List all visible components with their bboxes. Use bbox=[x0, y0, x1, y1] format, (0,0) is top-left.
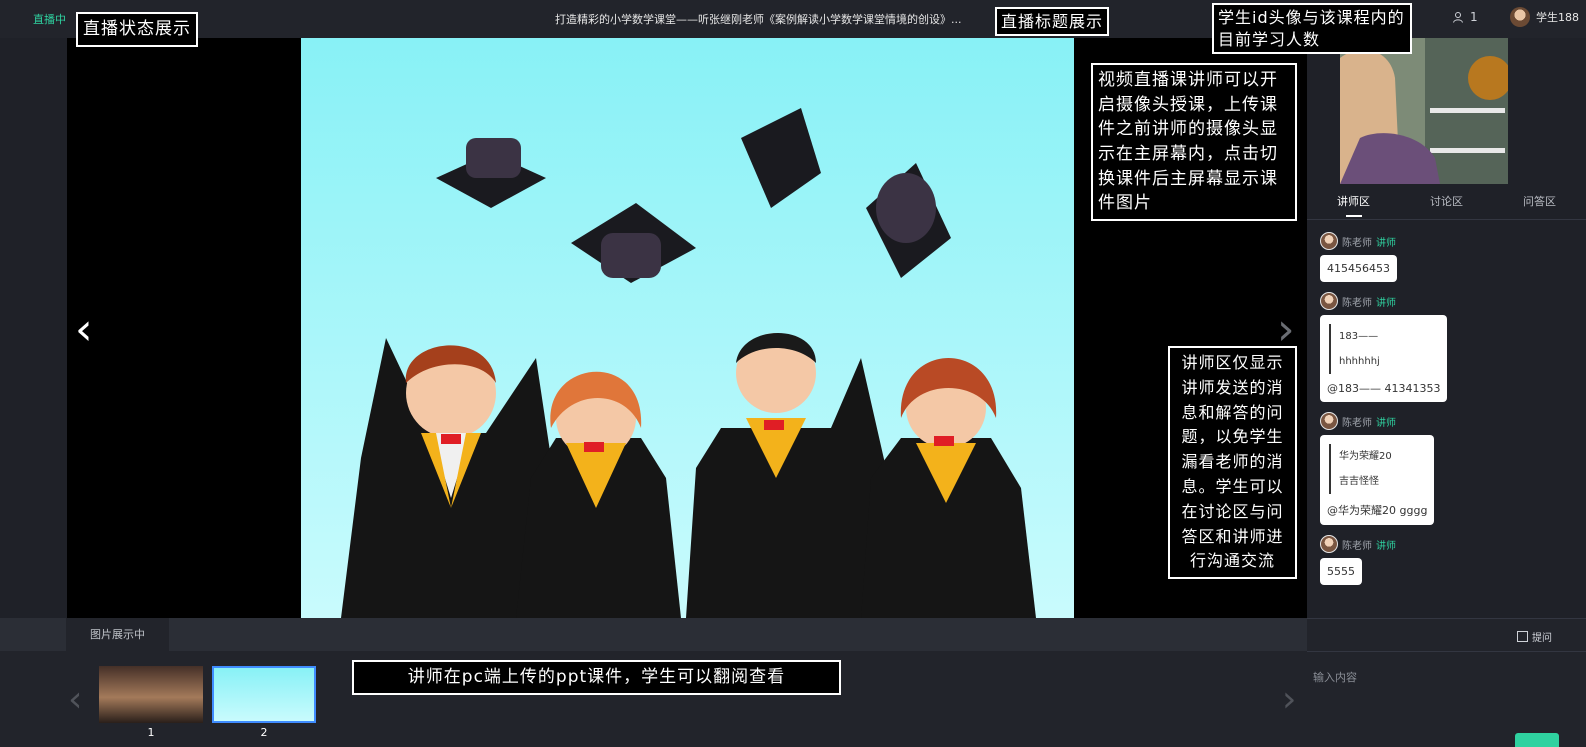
slide-thumbnail-selected[interactable] bbox=[212, 666, 316, 723]
chat-tabs: 讲师区 讨论区 问答区 bbox=[1307, 184, 1586, 220]
message-bubble: 华为荣耀20 吉吉怪怪 @华为荣耀20 gggg bbox=[1320, 435, 1435, 525]
message-author: 陈老师 bbox=[1342, 417, 1372, 429]
quote-line: 吉吉怪怪 bbox=[1339, 476, 1379, 487]
message-bubble: 183—— hhhhhhj @183—— 41341353 bbox=[1320, 315, 1448, 402]
tab-lecturer[interactable]: 讲师区 bbox=[1307, 184, 1400, 219]
message-bubble: 5555 bbox=[1320, 558, 1362, 585]
user-profile[interactable]: 学生188 bbox=[1510, 7, 1579, 27]
ask-checkbox[interactable] bbox=[1517, 631, 1528, 642]
message-role: 讲师 bbox=[1376, 540, 1396, 552]
avatar bbox=[1320, 292, 1338, 310]
annotation-ppt: 讲师在pc端上传的ppt课件，学生可以翻阅查看 bbox=[352, 660, 841, 695]
annotation-student: 学生id头像与该课程内的目前学习人数 bbox=[1212, 3, 1412, 55]
person-icon bbox=[1453, 12, 1463, 23]
message-list: 陈老师 讲师 415456453 陈老师 讲师 183—— hhhhhhj @1… bbox=[1320, 232, 1580, 595]
annotation-title: 直播标题展示 bbox=[995, 7, 1110, 37]
divider bbox=[1307, 651, 1586, 652]
chat-panel: 讲师区 讨论区 问答区 陈老师 讲师 415456453 陈老师 讲师 183—… bbox=[1307, 184, 1586, 618]
chat-input-area: 提问 bbox=[1307, 618, 1586, 747]
tab-qa[interactable]: 问答区 bbox=[1493, 184, 1586, 219]
quote-line: hhhhhhj bbox=[1339, 356, 1380, 367]
message-author: 陈老师 bbox=[1342, 297, 1372, 309]
chat-input[interactable] bbox=[1313, 657, 1579, 697]
slide-image bbox=[301, 38, 1074, 618]
message-role: 讲师 bbox=[1376, 237, 1396, 249]
live-status: 直播中 bbox=[33, 13, 66, 26]
avatar bbox=[1320, 412, 1338, 430]
ask-toggle[interactable]: 提问 bbox=[1517, 629, 1552, 644]
camera-feed bbox=[1340, 38, 1508, 184]
tab-discussion[interactable]: 讨论区 bbox=[1400, 184, 1493, 219]
slide-thumbnail[interactable] bbox=[99, 666, 203, 723]
message-quote: 华为荣耀20 吉吉怪怪 bbox=[1329, 444, 1427, 494]
message-role: 讲师 bbox=[1376, 297, 1396, 309]
tab-picture-showing[interactable]: 图片展示中 bbox=[66, 618, 169, 651]
avatar bbox=[1320, 232, 1338, 250]
send-button[interactable] bbox=[1515, 733, 1559, 747]
list-item: 陈老师 讲师 5555 bbox=[1320, 535, 1580, 585]
chevron-right-icon[interactable]: › bbox=[1282, 682, 1296, 718]
message-role: 讲师 bbox=[1376, 417, 1396, 429]
chevron-left-icon[interactable]: ‹ bbox=[68, 682, 82, 718]
annotation-live-status: 直播状态展示 bbox=[76, 12, 198, 47]
live-title: 打造精彩的小学数学课堂——听张继刚老师《案例解读小学数学课堂情境的创设》... bbox=[555, 13, 962, 26]
annotation-camera: 视频直播课讲师可以开启摄像头授课，上传课件之前讲师的摄像头显示在主屏幕内，点击切… bbox=[1091, 63, 1297, 221]
app: 直播中 打造精彩的小学数学课堂——听张继刚老师《案例解读小学数学课堂情境的创设》… bbox=[0, 0, 1586, 747]
left-rail bbox=[0, 38, 67, 618]
ask-label: 提问 bbox=[1532, 633, 1552, 644]
quote-line: 华为荣耀20 bbox=[1339, 451, 1392, 462]
chevron-left-icon[interactable]: ‹ bbox=[75, 308, 93, 352]
message-text: @华为荣耀20 gggg bbox=[1327, 504, 1428, 517]
quote-line: 183—— bbox=[1339, 331, 1379, 342]
annotation-lecturer-area: 讲师区仅显示讲师发送的消息和解答的问题，以免学生漏看老师的消息。学生可以在讨论区… bbox=[1168, 346, 1297, 580]
message-quote: 183—— hhhhhhj bbox=[1329, 324, 1440, 374]
avatar bbox=[1510, 7, 1530, 27]
message-author: 陈老师 bbox=[1342, 237, 1372, 249]
online-count-value: 1 bbox=[1470, 10, 1478, 24]
list-item: 陈老师 讲师 415456453 bbox=[1320, 232, 1580, 282]
avatar bbox=[1320, 535, 1338, 553]
list-item: 陈老师 讲师 183—— hhhhhhj @183—— 41341353 bbox=[1320, 292, 1580, 402]
message-text: @183—— 41341353 bbox=[1327, 382, 1441, 395]
message-author: 陈老师 bbox=[1342, 540, 1372, 552]
graduation-illustration bbox=[341, 108, 1036, 618]
message-header: 陈老师 讲师 bbox=[1320, 412, 1580, 430]
thumbnail-label: 1 bbox=[147, 726, 155, 739]
message-header: 陈老师 讲师 bbox=[1320, 232, 1580, 250]
message-header: 陈老师 讲师 bbox=[1320, 535, 1580, 553]
lecturer-camera bbox=[1340, 38, 1508, 184]
online-count: 1 bbox=[1452, 10, 1478, 24]
thumbnail-label: 2 bbox=[260, 726, 268, 739]
user-name: 学生188 bbox=[1536, 11, 1579, 24]
message-bubble: 415456453 bbox=[1320, 255, 1397, 282]
list-item: 陈老师 讲师 华为荣耀20 吉吉怪怪 @华为荣耀20 gggg bbox=[1320, 412, 1580, 525]
strip-tab-bar bbox=[0, 618, 1307, 651]
message-header: 陈老师 讲师 bbox=[1320, 292, 1580, 310]
